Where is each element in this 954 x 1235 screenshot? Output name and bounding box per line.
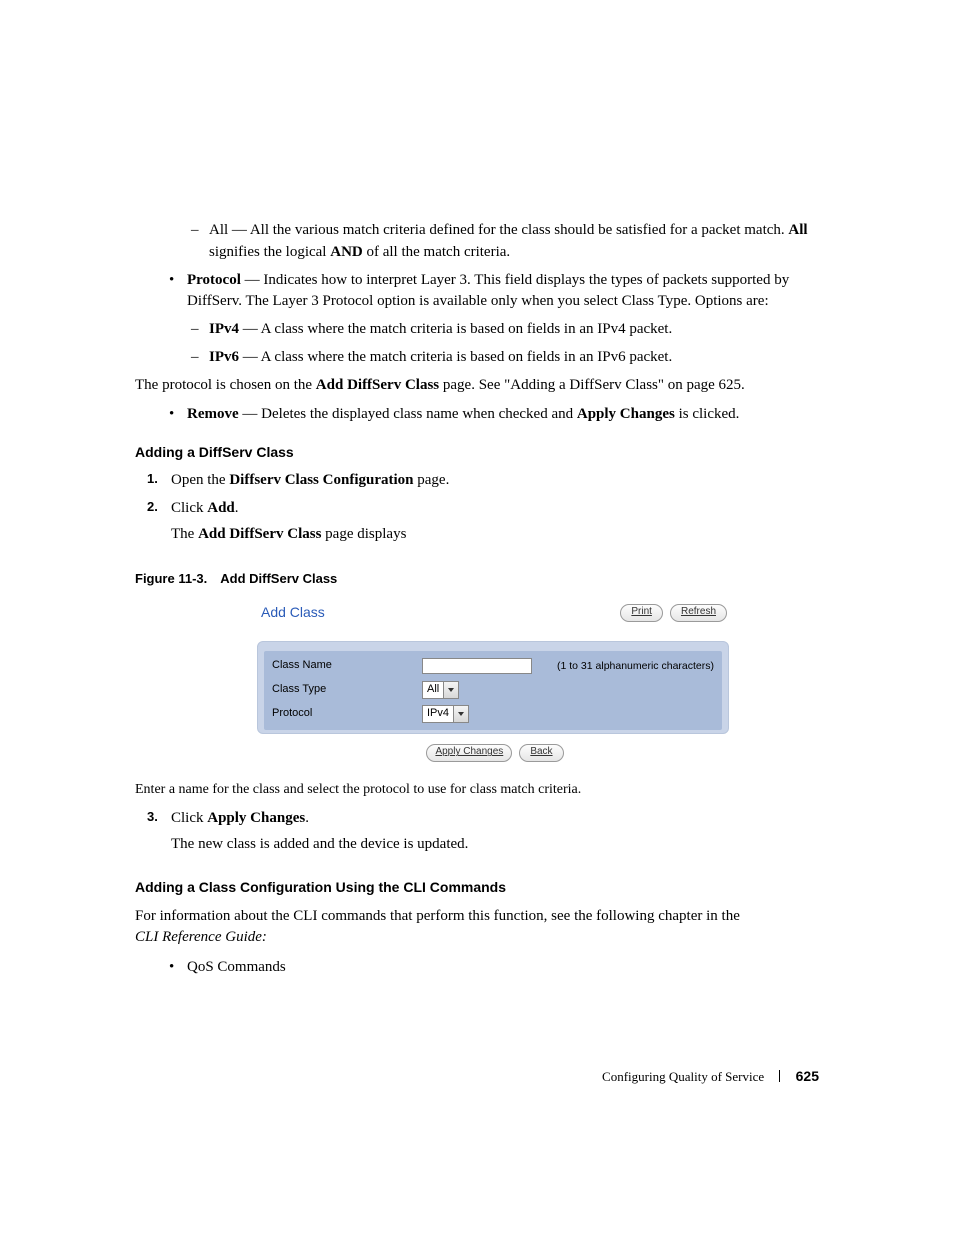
text: QoS Commands — [187, 959, 286, 975]
list-item: QoS Commands — [165, 957, 819, 979]
step-number: 1. — [147, 470, 158, 489]
refresh-button[interactable]: Refresh — [670, 604, 727, 622]
section-heading: Adding a DiffServ Class — [135, 442, 819, 462]
text-bold: Apply Changes — [577, 406, 675, 422]
class-type-select[interactable]: All — [422, 681, 459, 699]
text-bold: Apply Changes — [207, 810, 305, 826]
step-item: 2. Click Add. The Add DiffServ Class pag… — [147, 498, 819, 546]
text-bold: Diffserv Class Configuration — [229, 472, 413, 488]
apply-changes-button[interactable]: Apply Changes — [426, 744, 512, 762]
step-item: 3. Click Apply Changes. The new class is… — [147, 808, 819, 856]
text: Click — [171, 500, 207, 516]
text-bold: AND — [330, 244, 363, 260]
text-bold: Protocol — [187, 272, 241, 288]
text: Open the — [171, 472, 229, 488]
text: is clicked. — [675, 406, 740, 422]
paragraph: Enter a name for the class and select th… — [135, 780, 819, 800]
text: . — [305, 810, 309, 826]
page-footer: Configuring Quality of Service 625 — [602, 1068, 819, 1085]
text: page. See "Adding a DiffServ Class" on p… — [439, 377, 745, 393]
text: — Deletes the displayed class name when … — [239, 406, 577, 422]
text-italic: CLI Reference Guide: — [135, 929, 267, 945]
text: page. — [414, 472, 450, 488]
text-bold: Add DiffServ Class — [198, 526, 321, 542]
class-name-label: Class Name — [272, 658, 422, 674]
paragraph: The protocol is chosen on the Add DiffSe… — [135, 375, 819, 397]
text-bold: All — [788, 222, 807, 238]
chevron-down-icon — [453, 706, 468, 722]
text-bold: IPv6 — [209, 349, 239, 365]
text: . — [235, 500, 239, 516]
step-number: 2. — [147, 498, 158, 517]
text: — A class where the match criteria is ba… — [239, 321, 672, 337]
text: signifies the logical — [209, 244, 330, 260]
list-item: Protocol — Indicates how to interpret La… — [165, 270, 819, 314]
list-item: IPv6 — A class where the match criteria … — [187, 347, 819, 369]
text: The new class is added and the device is… — [171, 834, 819, 856]
list-item: IPv4 — A class where the match criteria … — [187, 319, 819, 341]
text-bold: Remove — [187, 406, 239, 422]
text: The protocol is chosen on the — [135, 377, 316, 393]
text-bold: Add DiffServ Class — [316, 377, 439, 393]
text: The — [171, 526, 198, 542]
text-bold: Add — [207, 500, 235, 516]
list-item: Remove — Deletes the displayed class nam… — [165, 404, 819, 426]
protocol-label: Protocol — [272, 706, 422, 722]
text: For information about the CLI commands t… — [135, 908, 740, 924]
list-item: All — All the various match criteria def… — [187, 220, 819, 264]
section-heading: Adding a Class Configuration Using the C… — [135, 877, 819, 897]
footer-section: Configuring Quality of Service — [602, 1069, 764, 1084]
print-button[interactable]: Print — [620, 604, 663, 622]
text: — A class where the match criteria is ba… — [239, 349, 672, 365]
text: page displays — [321, 526, 406, 542]
paragraph: For information about the CLI commands t… — [135, 906, 819, 950]
back-button[interactable]: Back — [519, 744, 563, 762]
text: — Indicates how to interpret Layer 3. Th… — [187, 272, 789, 310]
step-item: 1. Open the Diffserv Class Configuration… — [147, 470, 819, 492]
dialog-title: Add Class — [261, 602, 325, 622]
form-panel: Class Name (1 to 31 alphanumeric charact… — [257, 641, 729, 734]
class-type-label: Class Type — [272, 682, 422, 698]
class-type-value: All — [423, 682, 443, 698]
footer-divider — [779, 1070, 780, 1082]
text: Click — [171, 810, 207, 826]
text-bold: IPv4 — [209, 321, 239, 337]
text: All — All the various match criteria def… — [209, 222, 788, 238]
class-name-input[interactable] — [422, 658, 532, 674]
add-class-dialog: Add Class Print Refresh Class Name (1 to… — [253, 596, 733, 767]
text: of all the match criteria. — [363, 244, 510, 260]
protocol-value: IPv4 — [423, 706, 453, 722]
page-number: 625 — [796, 1068, 819, 1084]
class-name-hint: (1 to 31 alphanumeric characters) — [557, 659, 714, 674]
figure-caption: Figure 11-3. Add DiffServ Class — [135, 570, 819, 589]
protocol-select[interactable]: IPv4 — [422, 705, 469, 723]
chevron-down-icon — [443, 682, 458, 698]
step-number: 3. — [147, 808, 158, 827]
